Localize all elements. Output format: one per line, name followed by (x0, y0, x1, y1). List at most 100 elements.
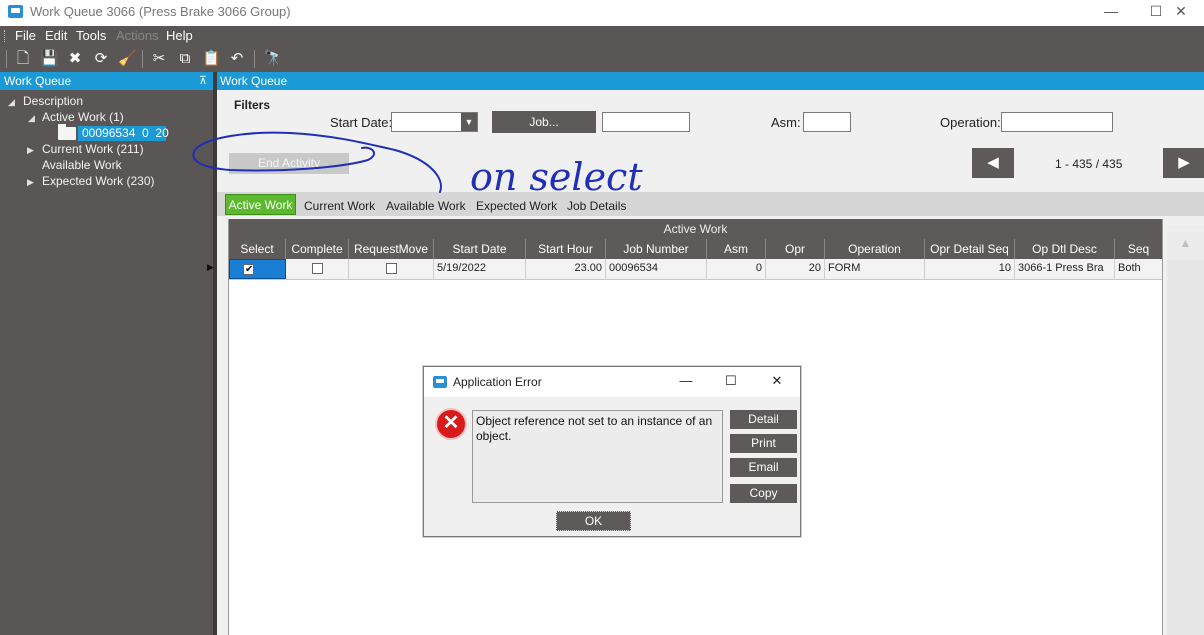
tab-expected-work[interactable]: Expected Work (476, 199, 557, 213)
left-panel-title: Work Queue (4, 74, 72, 88)
asm-input[interactable] (803, 112, 851, 132)
expand-arrow-icon[interactable]: ▶ (27, 145, 34, 156)
pin-icon[interactable]: ⊼ (199, 74, 207, 87)
seq-cell[interactable]: Both (1115, 259, 1162, 279)
operation-input[interactable] (1001, 112, 1113, 132)
error-icon: ✕ (435, 408, 467, 440)
column-header[interactable]: Opr Detail Seq (925, 239, 1015, 259)
column-header[interactable]: Op Dtl Desc (1015, 239, 1115, 259)
window-title: Work Queue 3066 (Press Brake 3066 Group) (30, 4, 291, 19)
dialog-titlebar: Application Error — ☐ ✕ (424, 367, 800, 397)
end-activity-button: End Activity (229, 153, 349, 174)
operation-label: Operation: (940, 115, 1001, 130)
next-page-button[interactable]: ▶ (1163, 148, 1204, 178)
grid-header: Select Complete RequestMove Start Date S… (229, 239, 1162, 259)
start-date-label: Start Date: (330, 115, 393, 130)
select-cell[interactable]: ✔ (229, 259, 286, 279)
tab-active-work[interactable]: Active Work (225, 194, 296, 215)
app-icon (8, 5, 23, 18)
expand-arrow-icon[interactable]: ▶ (27, 177, 34, 188)
collapse-arrow-icon[interactable]: ◢ (8, 97, 15, 108)
dialog-close-button[interactable]: ✕ (767, 373, 787, 391)
start-date-cell[interactable]: 5/19/2022 (434, 259, 526, 279)
tree-item-available-work[interactable]: Available Work (42, 158, 122, 172)
tab-job-details[interactable]: Job Details (567, 199, 626, 213)
request-move-checkbox[interactable] (386, 263, 397, 274)
menu-edit[interactable]: Edit (45, 28, 67, 43)
undo-icon[interactable]: ↶ (228, 50, 246, 68)
print-button[interactable]: Print (730, 434, 797, 453)
clear-icon[interactable]: 🧹 (118, 50, 137, 68)
column-header[interactable]: Asm (707, 239, 766, 259)
select-checkbox[interactable]: ✔ (243, 264, 254, 275)
column-header[interactable]: Job Number (606, 239, 707, 259)
row-indicator-icon: ▶ (207, 262, 214, 272)
dialog-title: Application Error (453, 375, 542, 389)
start-hour-cell[interactable]: 23.00 (526, 259, 606, 279)
copy-icon[interactable]: ⧉ (176, 50, 194, 68)
error-message[interactable]: Object reference not set to an instance … (472, 410, 723, 503)
delete-icon[interactable]: ✖ (66, 50, 84, 68)
menu-file[interactable]: File (15, 28, 36, 43)
toolbar-grip (6, 50, 7, 68)
column-header[interactable]: RequestMove (349, 239, 434, 259)
operation-cell[interactable]: FORM (825, 259, 925, 279)
menu-grip (4, 30, 7, 42)
toolbar-separator (254, 50, 255, 68)
pager-range: 1 - 435 / 435 (1055, 157, 1123, 171)
minimize-button[interactable]: — (1088, 0, 1134, 24)
toolbar-separator (142, 50, 143, 68)
tree-item-expected-work[interactable]: Expected Work (230) (42, 174, 155, 188)
folder-icon (58, 124, 76, 140)
previous-page-button[interactable]: ◀ (972, 148, 1014, 178)
complete-checkbox[interactable] (312, 263, 323, 274)
table-row[interactable]: ▶ ✔ 5/19/2022 23.00 00096534 0 20 FORM 1… (207, 259, 1162, 280)
opr-detail-seq-cell[interactable]: 10 (925, 259, 1015, 279)
email-button[interactable]: Email (730, 458, 797, 477)
dialog-minimize-button[interactable]: — (676, 373, 696, 391)
column-header[interactable]: Complete (286, 239, 349, 259)
tree-root-description[interactable]: Description (23, 94, 83, 108)
job-number-cell[interactable]: 00096534 (606, 259, 707, 279)
chevron-up-icon[interactable]: ▲ (1167, 226, 1204, 260)
copy-button[interactable]: Copy (730, 484, 797, 503)
tree-item-selected-job[interactable]: 00096534 0 20 (78, 126, 169, 141)
new-icon[interactable]: 🗋 (14, 50, 32, 68)
refresh-icon[interactable]: ⟳ (92, 50, 110, 68)
column-header[interactable]: Operation (825, 239, 925, 259)
dialog-maximize-button[interactable]: ☐ (721, 373, 741, 391)
tab-current-work[interactable]: Current Work (304, 199, 375, 213)
asm-cell[interactable]: 0 (707, 259, 766, 279)
complete-cell[interactable] (286, 259, 349, 279)
start-date-combo[interactable]: ▼ (391, 112, 478, 132)
left-tree-panel (0, 72, 213, 635)
cut-icon[interactable]: ✂ (150, 50, 168, 68)
column-header[interactable]: Start Hour (526, 239, 606, 259)
column-header[interactable]: Opr (766, 239, 825, 259)
search-binoculars-icon[interactable]: 🔭 (264, 50, 283, 68)
request-move-cell[interactable] (349, 259, 434, 279)
toolbar: 🗋 💾 ✖ ⟳ 🧹 ✂ ⧉ 📋 ↶ 🔭 (0, 46, 1204, 72)
close-window-button[interactable]: ✕ (1158, 0, 1204, 24)
menu-tools[interactable]: Tools (76, 28, 106, 43)
tab-available-work[interactable]: Available Work (386, 199, 466, 213)
tree-item-active-work[interactable]: Active Work (1) (42, 110, 124, 124)
column-header[interactable]: Select (229, 239, 286, 259)
save-icon[interactable]: 💾 (40, 50, 59, 68)
collapse-arrow-icon[interactable]: ◢ (28, 113, 35, 124)
job-input[interactable] (602, 112, 690, 132)
op-dtl-desc-cell[interactable]: 3066-1 Press Bra (1015, 259, 1115, 279)
ok-button[interactable]: OK (556, 511, 631, 531)
window-titlebar: Work Queue 3066 (Press Brake 3066 Group)… (0, 0, 1204, 26)
tree-item-current-work[interactable]: Current Work (211) (42, 142, 144, 156)
checkmark-icon: ✔ (245, 264, 254, 275)
column-header[interactable]: Start Date (434, 239, 526, 259)
detail-button[interactable]: Detail (730, 410, 797, 429)
menu-help[interactable]: Help (166, 28, 193, 43)
left-panel-header: Work Queue ⊼ (0, 72, 213, 90)
chevron-down-icon[interactable]: ▼ (461, 113, 477, 131)
opr-cell[interactable]: 20 (766, 259, 825, 279)
paste-icon[interactable]: 📋 (202, 50, 221, 68)
job-button[interactable]: Job... (492, 111, 596, 133)
column-header[interactable]: Seq (1115, 239, 1162, 259)
